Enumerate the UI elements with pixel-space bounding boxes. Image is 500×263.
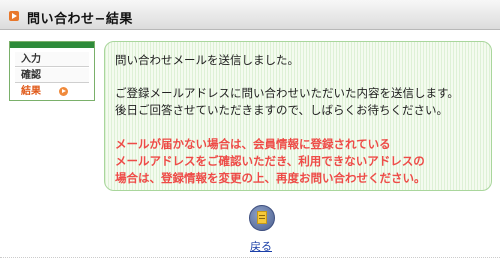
step-result: 結果 [15, 84, 89, 99]
page-header: 問い合わせ−結果 [0, 0, 500, 30]
info-line-2: 後日ご回答させていただきますので、しばらくお待ちください。 [115, 103, 449, 117]
footer-divider [0, 257, 500, 259]
document-icon [257, 211, 267, 224]
sent-message: 問い合わせメールを送信しました。 [115, 53, 299, 67]
step-input: 入力 [15, 52, 89, 67]
back-document-icon[interactable] [249, 205, 275, 231]
info-line-1: ご登録メールアドレスに問い合わせいただいた内容を送信します。 [115, 86, 459, 100]
step-indicator: 入力 確認 結果 [9, 41, 95, 101]
step-confirm: 確認 [15, 68, 89, 83]
message-panel: 問い合わせメールを送信しました。 ご登録メールアドレスに問い合わせいただいた内容… [104, 41, 492, 191]
warning-line-3: 場合は、登録情報を変更の上、再度お問い合わせください。 [115, 171, 426, 185]
warning-line-2: メールアドレスをご確認いただき、利用できないアドレスの [115, 154, 425, 168]
section-arrow-icon [9, 11, 19, 21]
current-step-arrow-icon [59, 87, 68, 96]
page-title: 問い合わせ−結果 [27, 12, 133, 27]
warning-line-1: メールが届かない場合は、会員情報に登録されている [115, 137, 391, 151]
back-link[interactable]: 戻る [250, 238, 272, 254]
